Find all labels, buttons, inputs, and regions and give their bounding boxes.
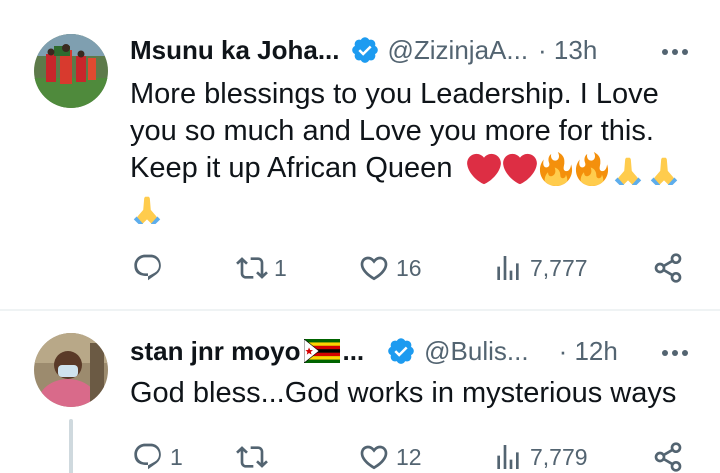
avatar[interactable] bbox=[34, 333, 108, 407]
tweet-header: stan jnr moyo ... @Bulis... · 12h bbox=[130, 333, 618, 369]
retweet-count: 1 bbox=[274, 254, 287, 281]
retweet-icon bbox=[236, 257, 268, 279]
timestamp[interactable]: · 12h bbox=[559, 336, 618, 367]
thread-line bbox=[69, 419, 73, 473]
reply-icon bbox=[134, 443, 161, 470]
folded-hands-icon bbox=[650, 158, 677, 186]
tweet-line: God bless...God works in mysterious ways bbox=[130, 377, 677, 409]
retweet-button[interactable]: 1 bbox=[236, 248, 287, 288]
like-button[interactable]: 16 bbox=[358, 248, 422, 288]
emoji-line bbox=[130, 187, 690, 225]
share-button[interactable] bbox=[652, 437, 684, 473]
share-icon bbox=[654, 253, 682, 283]
verified-badge-icon bbox=[350, 35, 380, 65]
display-name[interactable]: stan jnr moyo bbox=[130, 336, 300, 367]
more-options-icon[interactable] bbox=[662, 350, 688, 356]
heart-icon bbox=[360, 256, 388, 281]
timestamp[interactable]: · 13h bbox=[538, 35, 597, 66]
views-icon bbox=[497, 445, 519, 469]
folded-hands-icon bbox=[614, 158, 641, 186]
red-heart-icon bbox=[502, 154, 537, 185]
zimbabwe-flag-icon bbox=[304, 339, 341, 363]
tweet-header: Msunu ka Joha... @ZizinjaA... · 13h bbox=[130, 32, 597, 68]
display-name-ellipsis: ... bbox=[342, 335, 365, 366]
view-count: 7,779 bbox=[530, 443, 588, 470]
handle[interactable]: @ZizinjaA... bbox=[388, 35, 529, 66]
reply-button[interactable]: 1 bbox=[132, 437, 183, 473]
like-button[interactable]: 12 bbox=[358, 437, 422, 473]
fire-icon bbox=[575, 152, 608, 187]
tweet-text: More blessings to you Leadership. I Love… bbox=[130, 76, 690, 225]
retweet-button[interactable] bbox=[236, 437, 274, 473]
avatar[interactable] bbox=[34, 34, 108, 108]
retweet-icon bbox=[236, 446, 268, 468]
views-icon bbox=[497, 256, 519, 280]
handle[interactable]: @Bulis... bbox=[424, 336, 528, 367]
reply-count: 1 bbox=[170, 443, 183, 470]
heart-icon bbox=[360, 445, 388, 470]
more-options-icon[interactable] bbox=[662, 49, 688, 55]
reply-button[interactable] bbox=[132, 248, 170, 288]
tweet[interactable]: Msunu ka Joha... @ZizinjaA... · 13h More… bbox=[0, 0, 720, 309]
tweet-line-with-emojis: Keep it up African Queen bbox=[130, 150, 690, 187]
emoji-group bbox=[466, 152, 681, 187]
share-button[interactable] bbox=[652, 248, 684, 288]
fire-icon bbox=[539, 152, 572, 187]
view-count: 7,777 bbox=[530, 254, 588, 281]
tweet[interactable]: stan jnr moyo ... @Bulis... · 12h God bl… bbox=[0, 311, 720, 473]
tweet-line: you so much and Love you more for this. bbox=[130, 115, 654, 147]
tweet-line: More blessings to you Leadership. I Love bbox=[130, 78, 659, 110]
tweet-text: God bless...God works in mysterious ways bbox=[130, 375, 690, 412]
views-button[interactable]: 7,777 bbox=[492, 248, 588, 288]
red-heart-icon bbox=[466, 154, 501, 185]
like-count: 16 bbox=[396, 254, 422, 281]
verified-badge-icon bbox=[386, 336, 416, 366]
views-button[interactable]: 7,779 bbox=[492, 437, 588, 473]
tweet-actions: 1 12 7,779 bbox=[130, 437, 700, 473]
tweet-line: Keep it up African Queen bbox=[130, 152, 453, 184]
like-count: 12 bbox=[396, 443, 422, 470]
display-name[interactable]: Msunu ka Joha... bbox=[130, 35, 340, 66]
share-icon bbox=[654, 442, 682, 472]
folded-hands-icon bbox=[133, 197, 161, 225]
tweet-actions: 1 16 7,777 bbox=[130, 248, 700, 288]
reply-icon bbox=[134, 254, 161, 281]
